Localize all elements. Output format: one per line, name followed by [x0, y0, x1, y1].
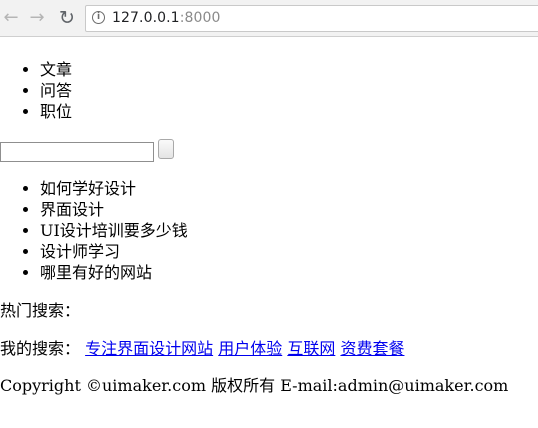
info-icon[interactable]: i: [92, 11, 105, 24]
menu-item-articles: 文章: [40, 59, 72, 80]
my-search: 我的搜索： 专注界面设计网站 用户体验 互联网 资费套餐: [0, 338, 404, 359]
link-tariff-plans[interactable]: 资费套餐: [340, 339, 404, 358]
url-text: 127.0.0.1:8000: [112, 6, 221, 31]
nav-menu: 文章 问答 职位: [0, 59, 72, 122]
menu-item-jobs: 职位: [40, 101, 72, 122]
link-user-experience[interactable]: 用户体验: [218, 339, 282, 358]
list-item: 界面设计: [40, 199, 188, 220]
url-port: :8000: [179, 10, 221, 26]
link-design-site[interactable]: 专注界面设计网站: [85, 339, 213, 358]
address-bar[interactable]: i 127.0.0.1:8000: [85, 5, 538, 32]
suggestion-list: 如何学好设计 界面设计 UI设计培训要多少钱 设计师学习 哪里有好的网站: [0, 178, 188, 283]
reload-icon[interactable]: ↻: [57, 8, 77, 28]
url-host: 127.0.0.1: [112, 10, 180, 26]
list-item: 哪里有好的网站: [40, 262, 188, 283]
link-internet[interactable]: 互联网: [287, 339, 335, 358]
my-search-label: 我的搜索：: [0, 339, 81, 358]
list-item: 设计师学习: [40, 241, 188, 262]
search-input[interactable]: [0, 142, 154, 162]
list-item: UI设计培训要多少钱: [40, 220, 188, 241]
menu-item-qa: 问答: [40, 80, 72, 101]
forward-arrow-icon[interactable]: →: [27, 8, 47, 28]
hot-search-label: 热门搜索：: [0, 301, 81, 320]
copyright-text: Copyright ©uimaker.com 版权所有 E-mail:admin…: [0, 376, 509, 395]
search-button[interactable]: [158, 139, 174, 159]
browser-toolbar: ← → ↻ i 127.0.0.1:8000: [0, 0, 538, 37]
back-arrow-icon[interactable]: ←: [1, 8, 21, 28]
list-item: 如何学好设计: [40, 178, 188, 199]
